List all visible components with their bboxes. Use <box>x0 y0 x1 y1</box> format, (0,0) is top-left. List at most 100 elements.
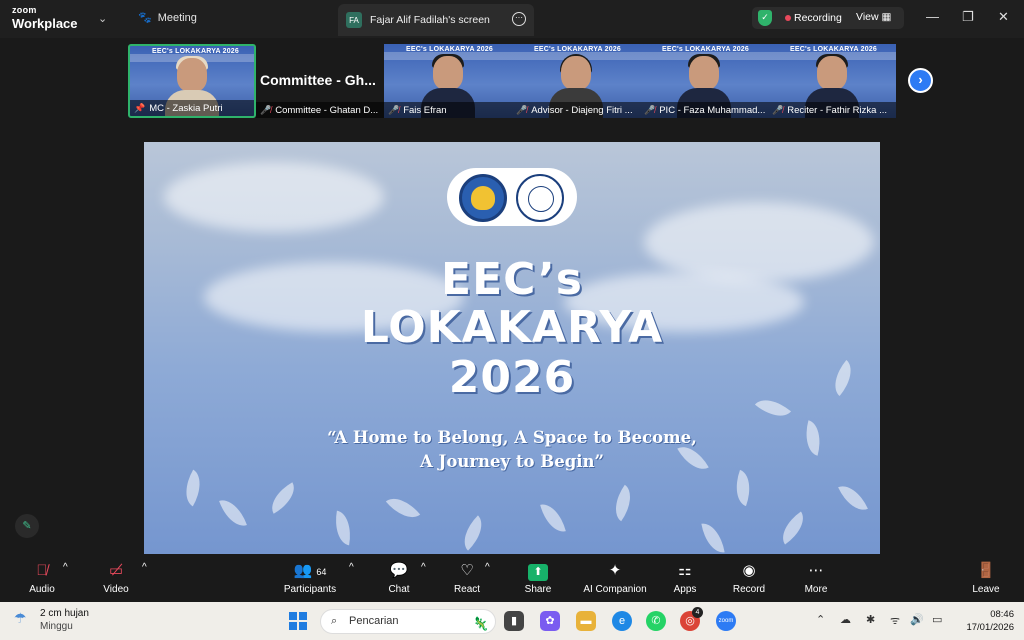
react-button[interactable]: ♡ React <box>452 562 482 595</box>
participant-video <box>561 56 591 90</box>
whatsapp-icon[interactable]: ✆ <box>646 611 666 631</box>
participants-label: Participants <box>283 584 337 595</box>
apps-icon: ⚏ <box>678 562 692 579</box>
zoom-app-icon[interactable]: zoom <box>716 611 736 631</box>
search-icon: ⌕ <box>331 615 338 627</box>
tile-banner: EEC's LOKAKARYA 2026 <box>534 46 621 53</box>
apps-button[interactable]: ⚏ Apps <box>671 562 699 595</box>
participant-tile[interactable]: EEC's LOKAKARYA 2026 📌 MC - Zaskia Putri <box>128 44 256 118</box>
leaf-decoration <box>701 520 725 554</box>
share-button[interactable]: ⬆ Share <box>523 562 553 595</box>
leaf-decoration <box>540 500 566 536</box>
screen-share-tab[interactable]: FA Fajar Alif Fadilah's screen ··· <box>338 4 534 36</box>
chevron-up-icon[interactable]: ^ <box>485 562 490 573</box>
participant-name-bar: 🎤̸ PIC - Faza Muhammad... <box>640 102 768 118</box>
weather-subtitle: Minggu <box>40 621 73 632</box>
more-options-icon[interactable]: ··· <box>512 12 526 26</box>
mic-muted-icon: 🎤̸ <box>388 104 400 115</box>
pin-icon: 📌 <box>134 102 146 113</box>
task-view-icon[interactable]: ▮ <box>504 611 524 631</box>
bluetooth-icon[interactable]: ✱ <box>866 613 875 626</box>
screen-share-label: Fajar Alif Fadilah's screen <box>370 14 490 26</box>
leaf-decoration <box>219 494 247 532</box>
restore-icon[interactable]: ❐ <box>962 9 974 25</box>
edge-icon[interactable]: e <box>612 611 632 631</box>
video-button[interactable]: ▭̸ Video <box>100 562 132 595</box>
participant-tile[interactable]: EEC's LOKAKARYA 2026 🎤̸ Advisor - Diajen… <box>512 44 640 118</box>
slide-title-line: 2026 <box>448 352 576 403</box>
recording-bar[interactable]: ✓ Recording View ▦ <box>752 7 904 29</box>
participant-tile[interactable]: Committee - Gh... 🎤̸ Committee - Ghatan … <box>256 44 384 118</box>
cloud-sync-icon[interactable]: ☁ <box>840 613 851 626</box>
close-icon[interactable]: ✕ <box>998 9 1009 25</box>
volume-icon[interactable]: 🔊 <box>910 613 924 626</box>
sparkle-icon: ✦ <box>608 562 622 579</box>
meeting-tab[interactable]: 🐾 Meeting <box>138 11 197 25</box>
chevron-up-icon[interactable]: ⌃ <box>816 613 825 626</box>
participants-button[interactable]: 👥 64 Participants <box>282 562 338 595</box>
brand-top: zoom <box>12 5 37 15</box>
search-placeholder: Pencarian <box>349 615 399 627</box>
view-label: View <box>856 11 879 23</box>
shared-screen: EEC’s LOKAKARYA 2026 “A Home to Belong, … <box>144 142 880 554</box>
chat-label: Chat <box>388 584 410 595</box>
taskbar-search-input[interactable]: ⌕ Pencarian 🦎 <box>320 609 496 634</box>
tile-banner: EEC's LOKAKARYA 2026 <box>406 46 493 53</box>
chevron-up-icon[interactable]: ^ <box>421 562 426 573</box>
participant-video <box>817 56 847 90</box>
chevron-up-icon[interactable]: ^ <box>142 562 147 573</box>
react-label: React <box>453 584 481 595</box>
view-button[interactable]: View ▦ <box>856 11 891 23</box>
record-icon: ◉ <box>742 562 756 579</box>
participant-name: Fais Efran <box>403 104 447 116</box>
file-explorer-icon[interactable]: ▬ <box>576 611 596 631</box>
audio-label: Audio <box>29 584 55 595</box>
recording-label: Recording <box>794 12 842 24</box>
leaf-decoration <box>729 469 757 507</box>
participant-big-name: Committee - Gh... <box>260 72 376 88</box>
title-bar: zoom Workplace ⌄ 🐾 Meeting FA Fajar Alif… <box>0 0 1024 38</box>
video-label: Video <box>103 584 129 595</box>
more-icon: ⋯ <box>808 562 824 579</box>
apps-label: Apps <box>673 584 697 595</box>
system-clock[interactable]: 08:46 17/01/2026 <box>958 608 1014 634</box>
participant-tile[interactable]: EEC's LOKAKARYA 2026 🎤̸ Reciter - Fathir… <box>768 44 896 118</box>
ai-companion-button[interactable]: ✦ AI Companion <box>582 562 648 595</box>
participant-tile[interactable]: EEC's LOKAKARYA 2026 🎤̸ Fais Efran <box>384 44 512 118</box>
leave-button[interactable]: 🚪 Leave <box>970 562 1002 595</box>
copilot-icon[interactable]: ✿ <box>540 611 560 631</box>
battery-icon[interactable]: ▭ <box>932 613 942 626</box>
minimize-icon[interactable]: — <box>926 9 939 24</box>
windows-start-icon[interactable] <box>289 612 307 630</box>
record-button[interactable]: ◉ Record <box>732 562 766 595</box>
participant-name: PIC - Faza Muhammad... <box>659 104 766 116</box>
rain-umbrella-icon: ☂ <box>14 610 27 626</box>
club-logo <box>516 174 564 222</box>
share-label: Share <box>524 584 552 595</box>
wifi-icon[interactable]: ᯤ <box>890 613 900 628</box>
next-page-arrow-icon[interactable]: › <box>908 68 933 93</box>
shield-icon: ✓ <box>758 10 772 26</box>
audio-button[interactable]: 🎙̸ Audio <box>26 562 58 595</box>
participant-tile[interactable]: EEC's LOKAKARYA 2026 🎤̸ PIC - Faza Muham… <box>640 44 768 118</box>
avatar: FA <box>346 12 362 28</box>
cloud <box>164 162 384 232</box>
tile-banner: EEC's LOKAKARYA 2026 <box>152 48 239 55</box>
chat-icon: 💬 <box>389 562 409 579</box>
brand-bottom: Workplace <box>12 16 78 31</box>
leaf-decoration <box>606 484 640 522</box>
search-highlight-icon: 🦎 <box>472 616 489 631</box>
participant-strip: EEC's LOKAKARYA 2026 📌 MC - Zaskia Putri… <box>126 44 938 118</box>
participant-name: Reciter - Fathir Rizka ... <box>787 104 887 116</box>
participants-count: 64 <box>316 567 327 577</box>
more-button[interactable]: ⋯ More <box>802 562 830 595</box>
paw-icon: 🐾 <box>138 12 152 24</box>
participant-video <box>433 56 463 90</box>
chevron-up-icon[interactable]: ^ <box>63 562 68 573</box>
leave-label: Leave <box>972 584 1000 595</box>
chevron-down-icon[interactable]: ⌄ <box>98 12 107 25</box>
annotate-pen-icon[interactable]: ✎ <box>15 514 39 538</box>
chevron-up-icon[interactable]: ^ <box>349 562 354 573</box>
leaf-decoration <box>264 482 302 514</box>
chat-button[interactable]: 💬 Chat <box>385 562 413 595</box>
